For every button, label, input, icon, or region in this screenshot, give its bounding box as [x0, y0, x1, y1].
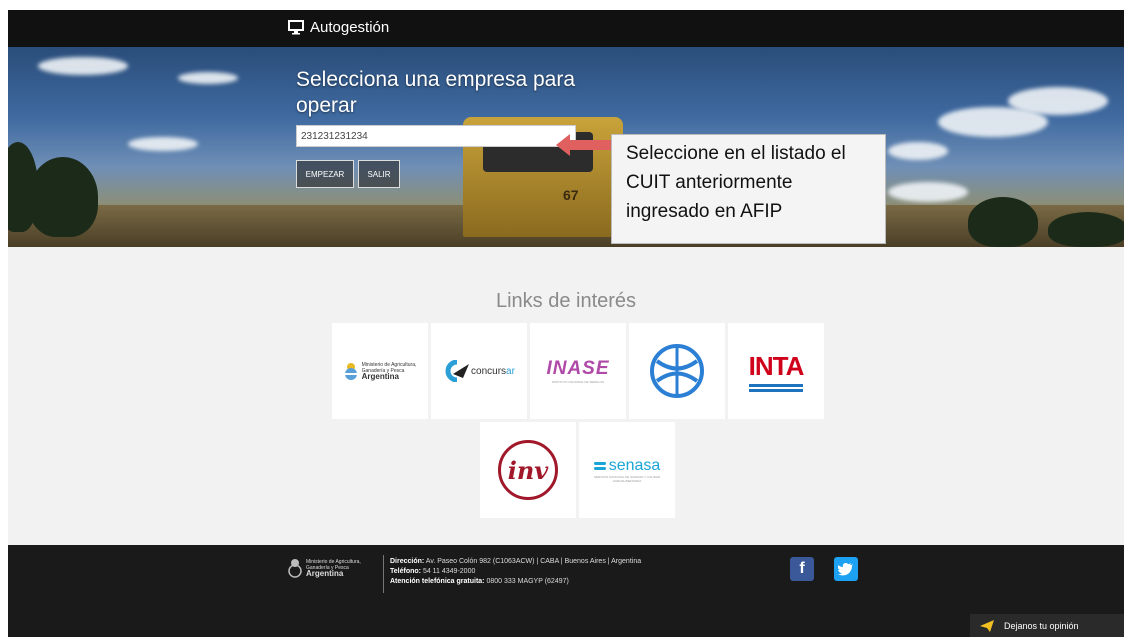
cloud — [128, 137, 198, 151]
footer-divider — [383, 555, 384, 593]
inta-stripe — [749, 388, 803, 392]
cloud — [38, 57, 128, 75]
empezar-button[interactable]: EMPEZAR — [296, 160, 354, 188]
twitter-icon[interactable] — [834, 557, 858, 581]
fish-circle-icon — [650, 344, 704, 398]
cloud — [888, 182, 968, 202]
footer-contact: Dirección: Av. Paseo Colón 982 (C1063ACW… — [390, 557, 641, 587]
concursar-text-a: concurs — [471, 365, 507, 377]
link-ministerio[interactable]: Ministerio de Agricultura, Ganadería y P… — [332, 323, 428, 419]
address-label: Dirección: — [390, 558, 425, 565]
coat-of-arms-icon — [344, 363, 357, 380]
footer: Ministerio de Agricultura, Ganadería y P… — [8, 545, 1124, 637]
footer-logo-line3: Argentina — [306, 569, 344, 578]
cloud — [178, 72, 238, 84]
paper-plane-icon — [980, 619, 994, 632]
inv-text: inv — [507, 455, 549, 485]
link-inta[interactable]: INTA — [728, 323, 824, 419]
concursar-text-b: ar — [506, 365, 515, 377]
inase-sub: INSTITUTO NACIONAL DE SEMILLAS — [551, 380, 605, 384]
brand[interactable]: Autogestión — [288, 19, 389, 36]
top-bar: Autogestión — [8, 10, 1124, 47]
phone-text: 54 11 4349-2000 — [422, 568, 476, 575]
tree — [28, 157, 98, 237]
cloud — [1008, 87, 1108, 115]
concursar-logo-icon — [445, 360, 470, 382]
phone-label: Teléfono: — [390, 568, 421, 575]
link-inv[interactable]: inv — [480, 422, 576, 518]
free-phone-label: Atención telefónica gratuita: — [390, 578, 485, 585]
free-phone-text: 0800 333 MAGYP (62497) — [486, 578, 569, 585]
link-inase[interactable]: INASE INSTITUTO NACIONAL DE SEMILLAS — [530, 323, 626, 419]
inta-text: INTA — [748, 350, 805, 381]
link-fish-organization[interactable] — [629, 323, 725, 419]
salir-button[interactable]: SALIR — [358, 160, 400, 188]
feedback-label: Dejanos tu opinión — [1004, 620, 1079, 631]
ministerio-line3: Argentina — [361, 372, 399, 381]
facebook-icon[interactable]: f — [790, 557, 814, 581]
callout-arrow — [556, 134, 611, 156]
footer-logo[interactable]: Ministerio de Agricultura, Ganadería y P… — [288, 557, 361, 579]
feedback-button[interactable]: Dejanos tu opinión — [970, 614, 1124, 637]
inase-text: INASE — [546, 358, 610, 379]
links-title: Links de interés — [495, 290, 637, 312]
instruction-callout: Seleccione en el listado el CUIT anterio… — [611, 134, 886, 244]
tree — [1048, 212, 1124, 247]
harvester-number: 67 — [563, 187, 579, 203]
cloud — [888, 142, 948, 160]
twitter-bird-icon — [838, 563, 853, 576]
tree — [8, 142, 38, 232]
facebook-glyph: f — [799, 560, 805, 577]
hero-title: Selecciona una empresa para operar — [296, 68, 576, 117]
senasa-sub: SERVICIO NACIONAL DE SANIDAD Y CALIDAD A… — [593, 475, 661, 483]
senasa-stripes-icon — [593, 462, 606, 470]
senasa-text: senasa — [608, 457, 661, 474]
address-text: Av. Paseo Colón 982 (C1063ACW) | CABA | … — [425, 558, 642, 565]
brand-label: Autogestión — [310, 19, 390, 36]
link-concursar[interactable]: concurs ar — [431, 323, 527, 419]
hero-banner: 67 Selecciona una empresa para operar EM… — [8, 47, 1124, 247]
link-senasa[interactable]: senasa SERVICIO NACIONAL DE SANIDAD Y CA… — [579, 422, 675, 518]
inta-stripe — [749, 383, 803, 387]
coat-of-arms-icon — [288, 559, 302, 578]
tree — [968, 197, 1038, 247]
inv-logo: inv — [498, 440, 558, 500]
cuit-select[interactable] — [296, 125, 576, 147]
page: Autogestión 67 Selecciona una empresa pa… — [8, 10, 1124, 637]
monitor-icon — [288, 20, 304, 35]
